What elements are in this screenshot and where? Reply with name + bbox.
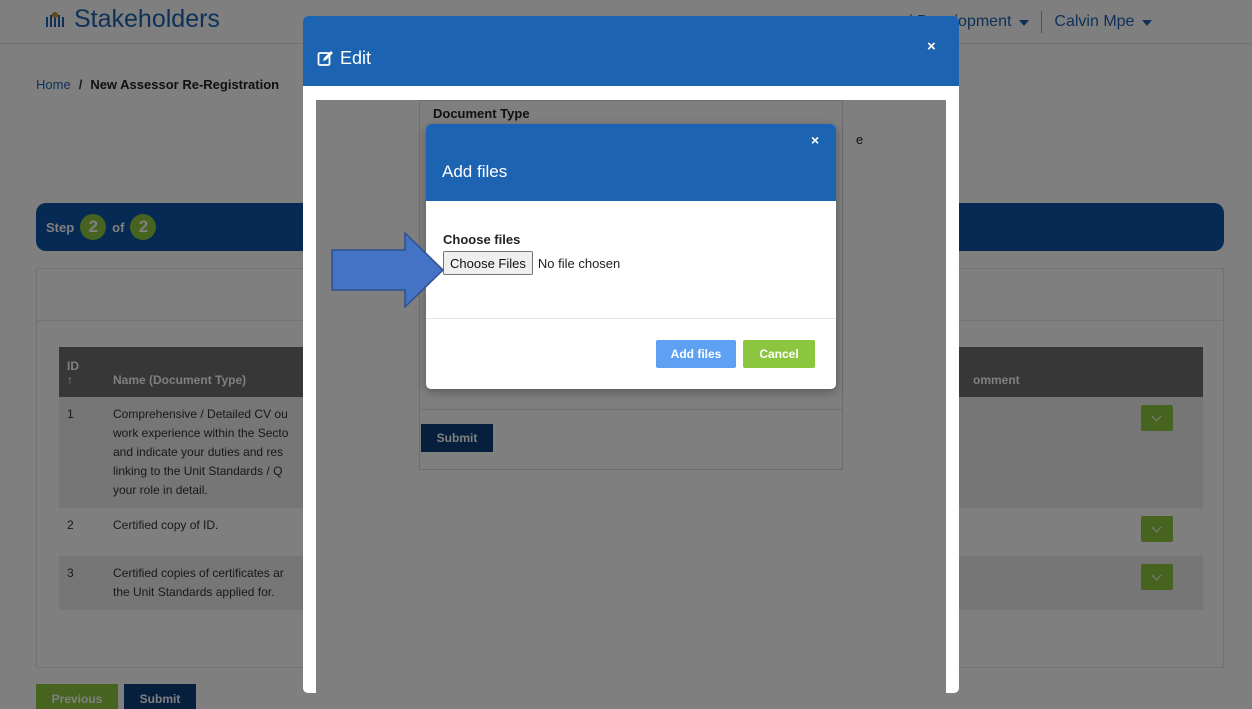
add-files-header: Add files × [426, 124, 836, 201]
add-files-button[interactable]: Add files [656, 340, 736, 368]
choose-files-label: Choose files [443, 232, 521, 247]
edit-modal-header: Edit × [303, 16, 959, 86]
edit-title-text: Edit [340, 48, 372, 68]
close-icon[interactable]: × [811, 132, 819, 148]
add-files-title: Add files [442, 162, 508, 181]
close-icon[interactable]: × [927, 38, 936, 55]
edit-modal-title: Edit [317, 48, 371, 69]
choose-files-button[interactable]: Choose Files [443, 251, 533, 275]
cancel-button[interactable]: Cancel [743, 340, 815, 368]
divider [426, 318, 836, 319]
pointer-arrow-icon [331, 232, 445, 308]
add-files-modal: Add files × Choose files Choose Files No… [426, 124, 836, 389]
file-input[interactable]: Choose Files No file chosen [443, 251, 620, 275]
file-status: No file chosen [537, 255, 621, 271]
edit-icon [317, 51, 333, 66]
